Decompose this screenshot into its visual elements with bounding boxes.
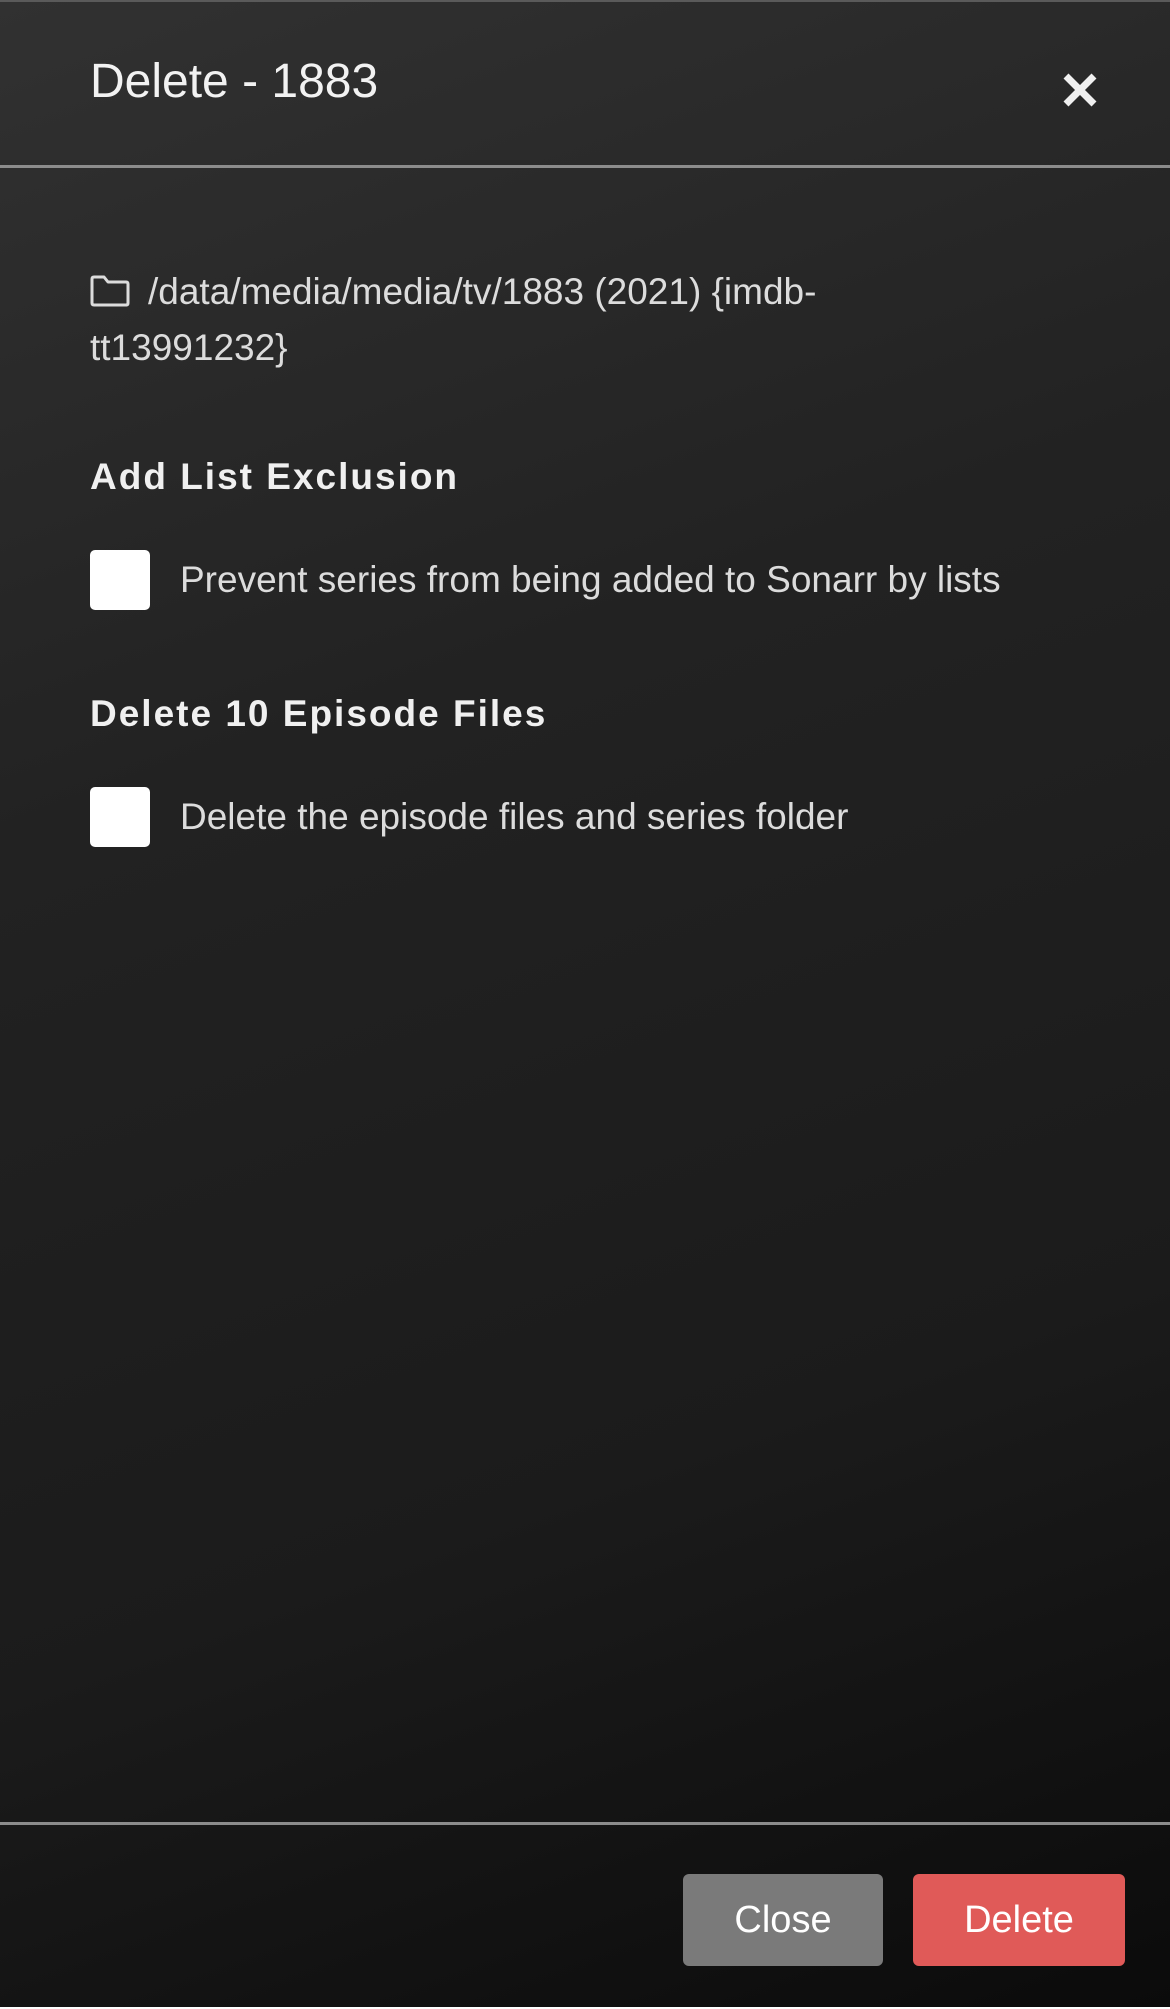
list-exclusion-label: Prevent series from being added to Sonar… [180, 559, 1001, 600]
modal-header: Delete - 1883 [0, 2, 1170, 168]
close-button[interactable]: Close [683, 1874, 883, 1966]
list-exclusion-heading: Add List Exclusion [90, 456, 460, 497]
modal-footer: Close Delete [0, 1822, 1170, 2009]
list-exclusion-row: Prevent series from being added to Sonar… [90, 550, 1001, 610]
close-icon[interactable] [1052, 62, 1108, 118]
delete-files-row: Delete the episode files and series fold… [90, 787, 848, 847]
folder-icon [90, 267, 130, 307]
modal-title: Delete - 1883 [90, 55, 379, 108]
delete-files-heading: Delete 10 Episode Files [90, 693, 548, 734]
delete-files-label: Delete the episode files and series fold… [180, 796, 849, 837]
delete-series-modal: Delete - 1883 /data/media/media/tv/1883 … [0, 0, 1170, 2007]
delete-files-checkbox[interactable] [90, 787, 150, 847]
list-exclusion-checkbox[interactable] [90, 550, 150, 610]
delete-button[interactable]: Delete [913, 1874, 1125, 1966]
series-path: /data/media/media/tv/1883 (2021) {imdb- … [90, 264, 990, 376]
path-line-2: tt13991232} [90, 327, 288, 368]
modal-body: /data/media/media/tv/1883 (2021) {imdb- … [0, 168, 1170, 1822]
path-line-1: /data/media/media/tv/1883 (2021) {imdb- [148, 271, 817, 312]
